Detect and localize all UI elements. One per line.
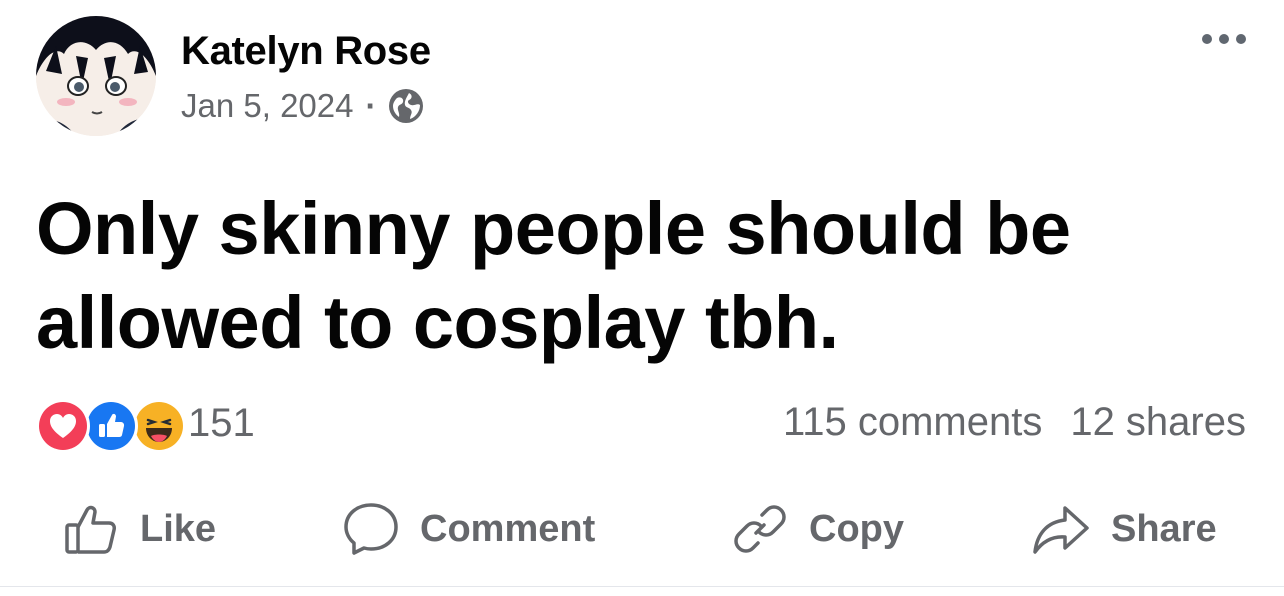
link-icon — [731, 500, 789, 558]
divider — [0, 586, 1284, 587]
meta-separator: · — [365, 87, 377, 124]
like-label: Like — [140, 507, 217, 550]
more-options-button[interactable] — [1202, 34, 1246, 44]
post-date[interactable]: Jan 5, 2024 — [181, 87, 353, 125]
comment-label: Comment — [420, 507, 596, 550]
avatar-image — [36, 16, 156, 136]
like-button[interactable]: Like — [62, 492, 216, 566]
author-name[interactable]: Katelyn Rose — [181, 28, 431, 74]
copy-label: Copy — [809, 507, 904, 550]
dot-icon — [1219, 34, 1229, 44]
comment-button[interactable]: Comment — [342, 492, 595, 566]
dot-icon — [1236, 34, 1246, 44]
share-button[interactable]: Share — [1031, 492, 1217, 566]
haha-reaction-icon — [132, 399, 186, 453]
reactions-summary[interactable]: 151 — [36, 396, 255, 453]
reaction-count[interactable]: 151 — [188, 401, 255, 446]
love-reaction-icon — [36, 399, 90, 453]
shares-count[interactable]: 12 shares — [1070, 400, 1246, 445]
share-label: Share — [1111, 507, 1217, 550]
globe-icon[interactable] — [387, 87, 425, 125]
thumbs-up-icon — [62, 500, 120, 558]
comments-count[interactable]: 115 comments — [783, 400, 1042, 445]
reaction-icons — [36, 396, 186, 453]
share-arrow-icon — [1031, 500, 1091, 558]
comment-bubble-icon — [342, 500, 400, 558]
post-meta: Jan 5, 2024 · — [181, 86, 425, 126]
dot-icon — [1202, 34, 1212, 44]
avatar[interactable] — [36, 16, 156, 136]
post-stats: 115 comments 12 shares — [783, 400, 1246, 445]
post-text: Only skinny people should be allowed to … — [36, 187, 1071, 364]
copy-button[interactable]: Copy — [731, 492, 904, 566]
like-reaction-icon — [84, 399, 138, 453]
action-bar: Like Comment Copy Share — [0, 492, 1284, 566]
